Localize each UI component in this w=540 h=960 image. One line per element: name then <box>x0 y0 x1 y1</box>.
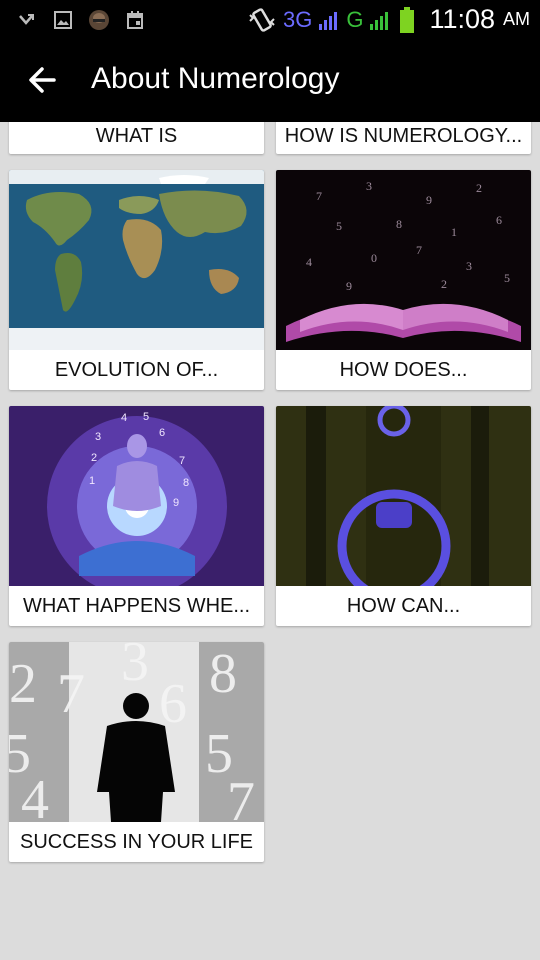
topic-card-how-can[interactable]: HOW CAN... <box>276 406 531 626</box>
signal-3g-icon <box>318 9 340 31</box>
missed-call-icon <box>16 9 38 31</box>
svg-text:5: 5 <box>336 219 342 233</box>
status-bar: 3G G 11:08 AM <box>0 0 540 40</box>
svg-text:4: 4 <box>21 769 49 822</box>
svg-text:1: 1 <box>89 475 95 487</box>
back-arrow-icon[interactable] <box>26 62 62 98</box>
image-icon <box>52 9 74 31</box>
svg-text:9: 9 <box>173 497 179 509</box>
topic-card-success-in-your-life[interactable]: 273 685 457 SUCCESS IN YOUR LIFE <box>9 642 264 862</box>
svg-text:3: 3 <box>121 642 149 693</box>
calendar-icon <box>124 9 146 31</box>
man-silhouette-numbers-image: 273 685 457 <box>9 642 264 822</box>
avatar-icon <box>88 9 110 31</box>
svg-text:2: 2 <box>476 181 482 195</box>
topic-card-label: EVOLUTION OF... <box>54 359 219 381</box>
topic-card-label: HOW DOES... <box>339 359 468 381</box>
svg-text:7: 7 <box>316 189 322 203</box>
svg-text:3: 3 <box>466 259 472 273</box>
battery-icon <box>397 6 417 34</box>
svg-text:1: 1 <box>451 225 457 239</box>
svg-text:8: 8 <box>396 217 402 231</box>
topics-grid: WHAT IS HOW IS NUMEROLOGY... EVOLUTION O… <box>0 122 540 960</box>
vibrate-icon <box>247 5 277 35</box>
svg-text:3: 3 <box>366 179 372 193</box>
status-system: 3G G 11:08 AM <box>247 4 530 35</box>
topic-card-how-is-numerology[interactable]: HOW IS NUMEROLOGY... <box>276 122 531 154</box>
svg-text:0: 0 <box>371 251 377 265</box>
svg-text:2: 2 <box>91 452 97 464</box>
topic-card-label: WHAT IS <box>95 125 178 147</box>
network-3g-label: 3G <box>282 6 313 32</box>
topic-card-what-happens-when[interactable]: 4 56 3 2 7 1 89 WHAT HAPPENS WHE... <box>9 406 264 626</box>
open-book-numbers-image: 7 3 9 2 5 8 1 6 4 0 7 3 9 2 5 <box>276 170 531 350</box>
topic-card-evolution-of[interactable]: EVOLUTION OF... <box>9 170 264 390</box>
svg-text:6: 6 <box>159 427 165 439</box>
svg-text:4: 4 <box>306 255 312 269</box>
svg-text:9: 9 <box>426 193 432 207</box>
door-knocker-image <box>276 406 531 586</box>
clock-ampm: AM <box>503 9 530 29</box>
topic-card-what-is[interactable]: WHAT IS <box>9 122 264 154</box>
status-notifications <box>16 9 146 31</box>
svg-text:7: 7 <box>227 771 255 822</box>
svg-text:4: 4 <box>121 412 127 424</box>
svg-text:2: 2 <box>9 653 37 715</box>
svg-text:7: 7 <box>416 243 422 257</box>
page-title: About Numerology <box>91 62 340 95</box>
meditation-aura-image: 4 56 3 2 7 1 89 <box>9 406 264 586</box>
svg-text:5: 5 <box>504 271 510 285</box>
network-g-label: G <box>346 6 364 32</box>
topic-card-label: SUCCESS IN YOUR LIFE <box>19 831 254 853</box>
topic-card-label: HOW CAN... <box>346 595 461 617</box>
svg-text:6: 6 <box>496 213 502 227</box>
svg-text:3: 3 <box>95 431 101 443</box>
topic-card-label: HOW IS NUMEROLOGY... <box>284 125 523 147</box>
world-map-image <box>9 170 264 350</box>
svg-text:5: 5 <box>143 411 149 423</box>
svg-text:8: 8 <box>209 643 237 705</box>
signal-icon <box>369 9 391 31</box>
topic-card-how-does[interactable]: 7 3 9 2 5 8 1 6 4 0 7 3 9 2 5 HOW DOES... <box>276 170 531 390</box>
topic-card-label: WHAT HAPPENS WHE... <box>22 595 251 617</box>
svg-text:7: 7 <box>57 663 85 725</box>
svg-text:9: 9 <box>346 279 352 293</box>
svg-text:2: 2 <box>441 277 447 291</box>
svg-text:8: 8 <box>183 477 189 489</box>
svg-text:7: 7 <box>179 455 185 467</box>
app-bar: About Numerology <box>0 40 540 122</box>
clock-time: 11:08 <box>429 4 495 34</box>
